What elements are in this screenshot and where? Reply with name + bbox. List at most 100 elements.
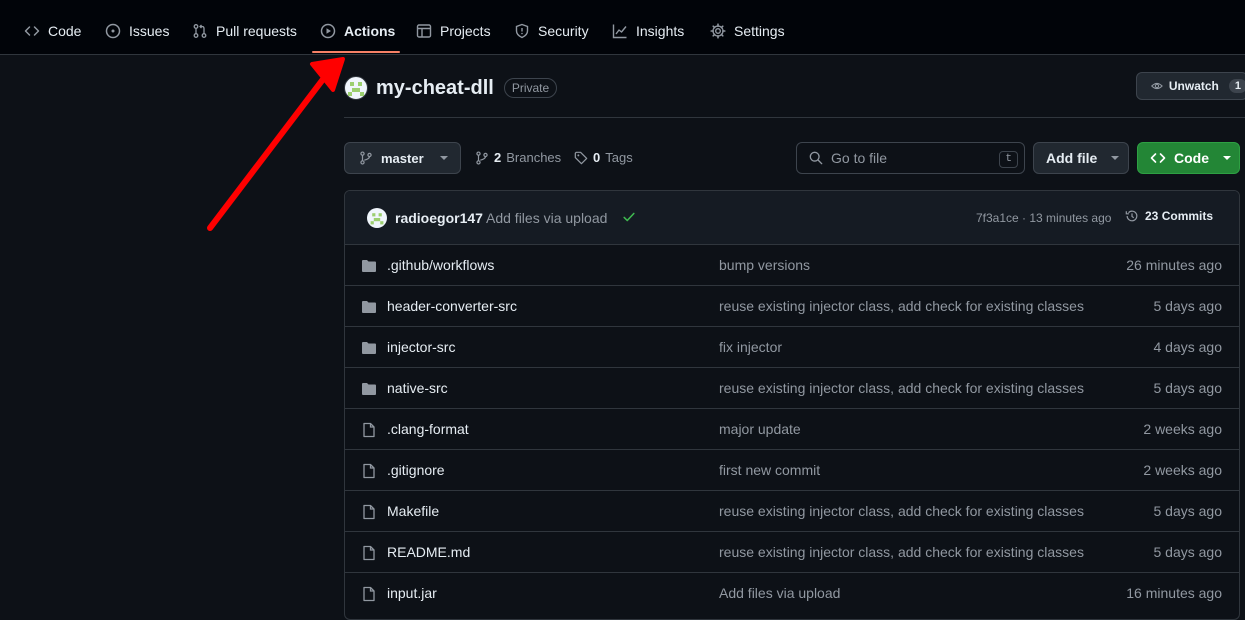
file-commit-time: 2 weeks ago xyxy=(1143,462,1222,478)
file-listing: radioegor147 Add files via upload 7f3a1c… xyxy=(344,190,1240,620)
gear-icon xyxy=(710,23,726,39)
header-divider xyxy=(344,117,1245,118)
file-name[interactable]: header-converter-src xyxy=(387,298,517,314)
keyboard-shortcut-hint: t xyxy=(999,151,1018,168)
commit-sha[interactable]: 7f3a1ce xyxy=(976,211,1019,225)
file-name[interactable]: injector-src xyxy=(387,339,455,355)
repo-name[interactable]: my-cheat-dll xyxy=(376,77,494,100)
branch-name: master xyxy=(381,150,424,166)
file-name[interactable]: Makefile xyxy=(387,503,439,519)
go-to-file-search[interactable]: t xyxy=(796,142,1025,174)
table-row[interactable]: .clang-format major update 2 weeks ago xyxy=(345,409,1239,450)
tab-code-label: Code xyxy=(48,23,82,39)
visibility-badge: Private xyxy=(503,78,558,98)
file-name[interactable]: .github/workflows xyxy=(387,257,494,273)
tab-security[interactable]: Security xyxy=(514,12,589,50)
table-row[interactable]: native-src reuse existing injector class,… xyxy=(345,368,1239,409)
file-name[interactable]: .gitignore xyxy=(387,462,445,478)
tab-actions-label: Actions xyxy=(344,23,396,39)
tab-actions[interactable]: Actions xyxy=(320,12,395,50)
unwatch-button[interactable]: Unwatch 1 xyxy=(1136,72,1245,100)
branch-icon xyxy=(476,150,488,165)
file-name[interactable]: input.jar xyxy=(387,585,437,601)
folder-icon xyxy=(362,383,376,395)
latest-commit-bar: radioegor147 Add files via upload 7f3a1c… xyxy=(345,191,1239,245)
table-row[interactable]: header-converter-src reuse existing injec… xyxy=(345,286,1239,327)
add-file-label: Add file xyxy=(1046,150,1098,166)
file-commit-time: 5 days ago xyxy=(1153,298,1223,314)
tag-icon xyxy=(574,151,588,164)
file-commit-message[interactable]: fix injector xyxy=(719,339,782,355)
file-rows: .github/workflows bump versions 26 minutes… xyxy=(345,245,1239,614)
graph-icon xyxy=(612,24,627,39)
branches-label: Branches xyxy=(506,150,562,165)
chevron-down-icon xyxy=(1223,156,1231,160)
tags-count: 0 xyxy=(593,150,601,165)
tab-code[interactable]: Code xyxy=(24,12,81,50)
file-icon xyxy=(363,463,375,479)
code-button[interactable]: Code xyxy=(1137,142,1240,174)
tab-projects[interactable]: Projects xyxy=(416,12,491,50)
file-commit-time: 2 weeks ago xyxy=(1143,421,1222,437)
issue-icon xyxy=(105,23,121,39)
commits-label: Commits xyxy=(1161,209,1214,223)
table-row[interactable]: Makefile reuse existing injector class, a… xyxy=(345,491,1239,532)
file-commit-message[interactable]: reuse existing injector class, add check… xyxy=(719,544,1084,560)
file-commit-time: 5 days ago xyxy=(1153,544,1223,560)
pull-request-icon xyxy=(193,24,207,38)
commits-link[interactable]: 23 Commits xyxy=(1125,209,1213,223)
branches-link[interactable]: 2 Branches xyxy=(475,150,561,165)
file-commit-message[interactable]: first new commit xyxy=(719,462,820,478)
file-commit-message[interactable]: reuse existing injector class, add check… xyxy=(719,503,1084,519)
code-icon xyxy=(24,26,40,36)
play-icon xyxy=(320,23,336,39)
folder-icon xyxy=(362,260,376,272)
tags-link[interactable]: 0 Tags xyxy=(574,150,633,165)
file-commit-message[interactable]: major update xyxy=(719,421,801,437)
table-row[interactable]: .gitignore first new commit 2 weeks ago xyxy=(345,450,1239,491)
shield-icon xyxy=(515,23,529,39)
table-row[interactable]: .github/workflows bump versions 26 minutes… xyxy=(345,245,1239,286)
active-tab-indicator xyxy=(312,51,400,53)
branches-count: 2 xyxy=(494,150,502,165)
chevron-down-icon xyxy=(439,156,448,160)
folder-icon xyxy=(362,301,376,313)
file-commit-message[interactable]: Add files via upload xyxy=(719,585,840,601)
file-commit-message[interactable]: reuse existing injector class, add check… xyxy=(719,380,1084,396)
file-commit-time: 5 days ago xyxy=(1153,380,1223,396)
search-icon xyxy=(809,151,823,165)
file-name[interactable]: native-src xyxy=(387,380,448,396)
repo-nav: Code Issues Pull requests Actions Projec… xyxy=(0,0,1245,55)
add-file-button[interactable]: Add file xyxy=(1033,142,1129,174)
watch-count: 1 xyxy=(1228,79,1245,93)
commit-message[interactable]: Add files via upload xyxy=(486,210,607,226)
check-icon[interactable] xyxy=(622,210,636,224)
tags-label: Tags xyxy=(605,150,633,165)
file-commit-message[interactable]: reuse existing injector class, add check… xyxy=(719,298,1084,314)
avatar[interactable] xyxy=(367,208,387,228)
tab-settings[interactable]: Settings xyxy=(710,12,785,50)
file-icon xyxy=(363,504,375,520)
tab-security-label: Security xyxy=(538,23,589,39)
code-button-label: Code xyxy=(1174,150,1209,166)
owner-avatar[interactable] xyxy=(344,76,368,100)
commits-count: 23 xyxy=(1145,209,1159,223)
commit-time: 13 minutes ago xyxy=(1029,211,1112,225)
commit-author[interactable]: radioegor147 xyxy=(395,210,483,226)
branch-selector[interactable]: master xyxy=(344,142,461,174)
file-name[interactable]: README.md xyxy=(387,544,470,560)
tab-insights[interactable]: Insights xyxy=(612,12,684,50)
file-commit-message[interactable]: bump versions xyxy=(719,257,810,273)
file-icon xyxy=(363,545,375,561)
table-row[interactable]: injector-src fix injector 4 days ago xyxy=(345,327,1239,368)
table-row[interactable]: README.md reuse existing injector class, … xyxy=(345,532,1239,573)
tab-settings-label: Settings xyxy=(734,23,785,39)
tab-projects-label: Projects xyxy=(440,23,491,39)
table-icon xyxy=(416,24,432,38)
tab-issues[interactable]: Issues xyxy=(105,12,169,50)
chevron-down-icon xyxy=(1111,156,1120,160)
tab-pull-requests[interactable]: Pull requests xyxy=(192,12,297,50)
file-name[interactable]: .clang-format xyxy=(387,421,469,437)
search-input[interactable] xyxy=(831,150,991,166)
code-icon xyxy=(1150,153,1166,163)
